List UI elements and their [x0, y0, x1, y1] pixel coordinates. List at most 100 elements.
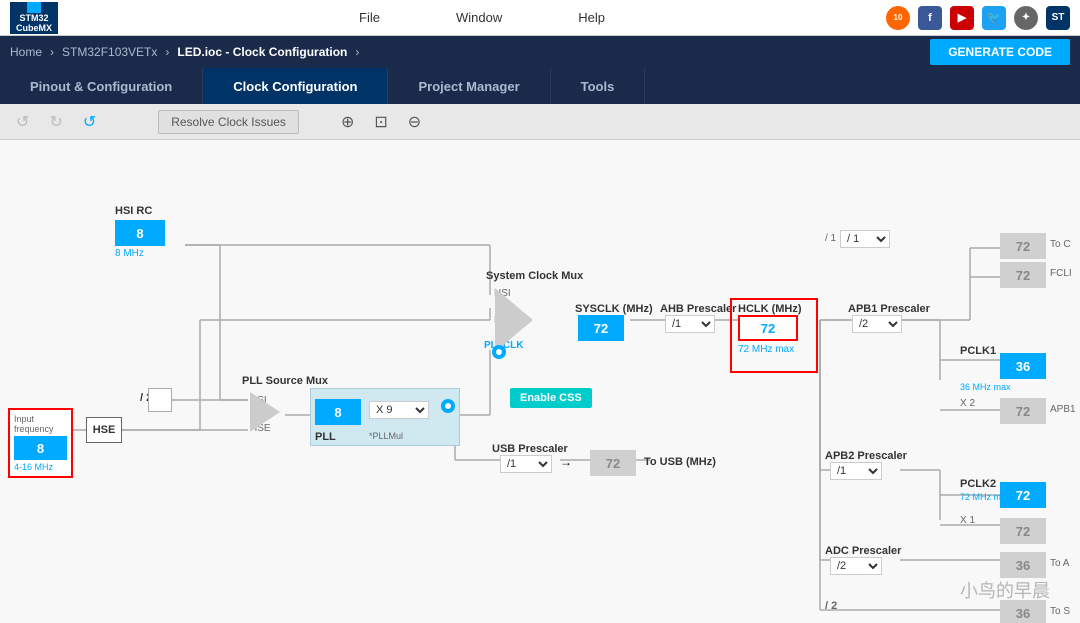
sysclk-label: SYSCLK (MHz) — [575, 303, 653, 315]
pll-source-mux-label: PLL Source Mux — [242, 375, 328, 387]
generate-code-button[interactable]: GENERATE CODE — [930, 39, 1070, 65]
tab-project[interactable]: Project Manager — [388, 68, 550, 104]
breadcrumb-bar: Home › STM32F103VETx › LED.ioc - Clock C… — [0, 36, 1080, 68]
redo-button[interactable]: ↻ — [43, 110, 68, 134]
enable-css-button[interactable]: Enable CSS — [510, 388, 592, 408]
breadcrumb-sep3: › — [355, 45, 359, 59]
hclk-value[interactable]: 72 — [738, 315, 798, 341]
pll-label: PLL — [315, 431, 336, 443]
menu-help[interactable]: Help — [570, 6, 613, 29]
menu-file[interactable]: File — [351, 6, 388, 29]
apb1-label2: APB1 — [1050, 404, 1076, 415]
st-icon[interactable]: ST — [1046, 6, 1070, 30]
system-clock-mux-label: System Clock Mux — [486, 270, 583, 282]
adc-prescaler-label: ADC Prescaler — [825, 545, 901, 557]
hclk-max-label: 72 MHz max — [738, 344, 794, 355]
pll-mul-label: *PLLMul — [369, 431, 403, 441]
breadcrumb-home[interactable]: Home — [10, 45, 42, 59]
to-c-label: To C — [1050, 239, 1071, 250]
div1-top-select[interactable]: / 1 — [840, 230, 890, 248]
pll-radio[interactable] — [441, 399, 455, 413]
hsi-value-box: 8 — [115, 220, 165, 246]
adc-to-label: To A — [1050, 558, 1069, 569]
tab-clock[interactable]: Clock Configuration — [203, 68, 388, 104]
menu-right: 10 f ▶ 🐦 ✦ ST — [886, 6, 1070, 30]
logo-cube — [27, 2, 41, 13]
menu-bar: STM32 CubeMX File Window Help 10 f ▶ 🐦 ✦… — [0, 0, 1080, 36]
usb-prescaler-label: USB Prescaler — [492, 443, 568, 455]
tab-tools[interactable]: Tools — [551, 68, 646, 104]
usb-arrow: → — [560, 455, 572, 469]
apb2-prescaler-select[interactable]: /1 /2 — [830, 462, 882, 480]
usb-value: 72 — [590, 450, 636, 476]
input-freq-label: Input frequency — [14, 414, 67, 434]
undo-button[interactable]: ↺ — [10, 110, 35, 134]
watermark: 小鸟的早晨 — [960, 577, 1050, 603]
x1-label: X 1 — [960, 515, 975, 526]
div2-bottom: / 2 — [825, 600, 837, 612]
logo-subtext: CubeMX — [16, 24, 52, 34]
anniversary-badge: 10 — [886, 6, 910, 30]
adc-prescaler-select[interactable]: /2 /4 /6 /8 — [830, 557, 882, 575]
logo-box: STM32 CubeMX — [10, 2, 58, 34]
input-freq-box: Input frequency 8 4-16 MHz — [8, 408, 73, 478]
apb1-x2-value: 72 — [1000, 398, 1046, 424]
apb1-prescaler-select[interactable]: /2 /1 /4 — [852, 315, 902, 333]
sysclk-value[interactable]: 72 — [578, 315, 624, 341]
menu-items: File Window Help — [78, 6, 886, 29]
breadcrumb-current: LED.ioc - Clock Configuration — [177, 45, 347, 59]
tab-pinout[interactable]: Pinout & Configuration — [0, 68, 203, 104]
pclk1-label: PCLK1 — [960, 345, 996, 357]
breadcrumb-sep2: › — [165, 45, 169, 59]
pclk1-max-label: 36 MHz max — [960, 382, 1011, 392]
resolve-clock-button[interactable]: Resolve Clock Issues — [158, 110, 299, 134]
to-c-value: 72 — [1000, 233, 1046, 259]
network-icon[interactable]: ✦ — [1014, 6, 1038, 30]
fcli-label: FCLI — [1050, 268, 1072, 279]
to-usb-label: To USB (MHz) — [644, 456, 716, 468]
menu-window[interactable]: Window — [448, 6, 510, 29]
pclk2-value[interactable]: 72 — [1000, 482, 1046, 508]
tab-bar: Pinout & Configuration Clock Configurati… — [0, 68, 1080, 104]
ahb-prescaler-label: AHB Prescaler — [660, 303, 736, 315]
to-si-label: To S — [1050, 606, 1070, 617]
pll-source-mux-triangle — [250, 392, 280, 432]
input-freq-value[interactable]: 8 — [14, 436, 67, 460]
hsi-mhz-label: 8 MHz — [115, 248, 144, 259]
x2-label: X 2 — [960, 398, 975, 409]
toolbar: ↺ ↻ ↺ Resolve Clock Issues ⊕ ⊡ ⊖ — [0, 104, 1080, 140]
twitter-icon[interactable]: 🐦 — [982, 6, 1006, 30]
connection-lines — [0, 140, 1080, 623]
zoom-out-button[interactable]: ⊖ — [402, 110, 427, 134]
pll-mul-select[interactable]: X 9 X 2 X 3 X 4 — [369, 401, 429, 419]
apb2-x1-value: 72 — [1000, 518, 1046, 544]
hsi-rc-label: HSI RC — [115, 205, 152, 217]
pclk1-value[interactable]: 36 — [1000, 353, 1046, 379]
breadcrumb-sep1: › — [50, 45, 54, 59]
refresh-button[interactable]: ↺ — [77, 110, 102, 134]
youtube-icon[interactable]: ▶ — [950, 6, 974, 30]
pll-area: 8 X 9 X 2 X 3 X 4 PLL *PLLMul — [310, 388, 460, 446]
ahb-prescaler-select[interactable]: /1 /2 /4 — [665, 315, 715, 333]
pll-mul-value[interactable]: 8 — [315, 399, 361, 425]
fcli-value: 72 — [1000, 262, 1046, 288]
div1-top: / 1 — [825, 233, 836, 244]
hse-box: HSE — [86, 417, 122, 443]
pllclk-radio[interactable] — [492, 345, 506, 359]
main-area: HSI RC 8 8 MHz Input frequency 8 4-16 MH… — [0, 140, 1080, 623]
adc-value: 36 — [1000, 552, 1046, 578]
apb2-prescaler-label: APB2 Prescaler — [825, 450, 907, 462]
facebook-icon[interactable]: f — [918, 6, 942, 30]
apb1-prescaler-label: APB1 Prescaler — [848, 303, 930, 315]
fit-button[interactable]: ⊡ — [368, 110, 393, 134]
input-freq-range: 4-16 MHz — [14, 462, 67, 472]
div2-box-pre-pll — [148, 388, 172, 412]
div2-bottom-value: 36 — [1000, 600, 1046, 623]
pclk2-label: PCLK2 — [960, 478, 996, 490]
hclk-label: HCLK (MHz) — [738, 303, 802, 315]
usb-prescaler-select[interactable]: /1 /1.5 — [500, 455, 552, 473]
system-clock-mux-triangle — [495, 288, 533, 352]
logo: STM32 CubeMX — [10, 2, 58, 34]
breadcrumb-chip[interactable]: STM32F103VETx — [62, 45, 157, 59]
zoom-in-button[interactable]: ⊕ — [335, 110, 360, 134]
